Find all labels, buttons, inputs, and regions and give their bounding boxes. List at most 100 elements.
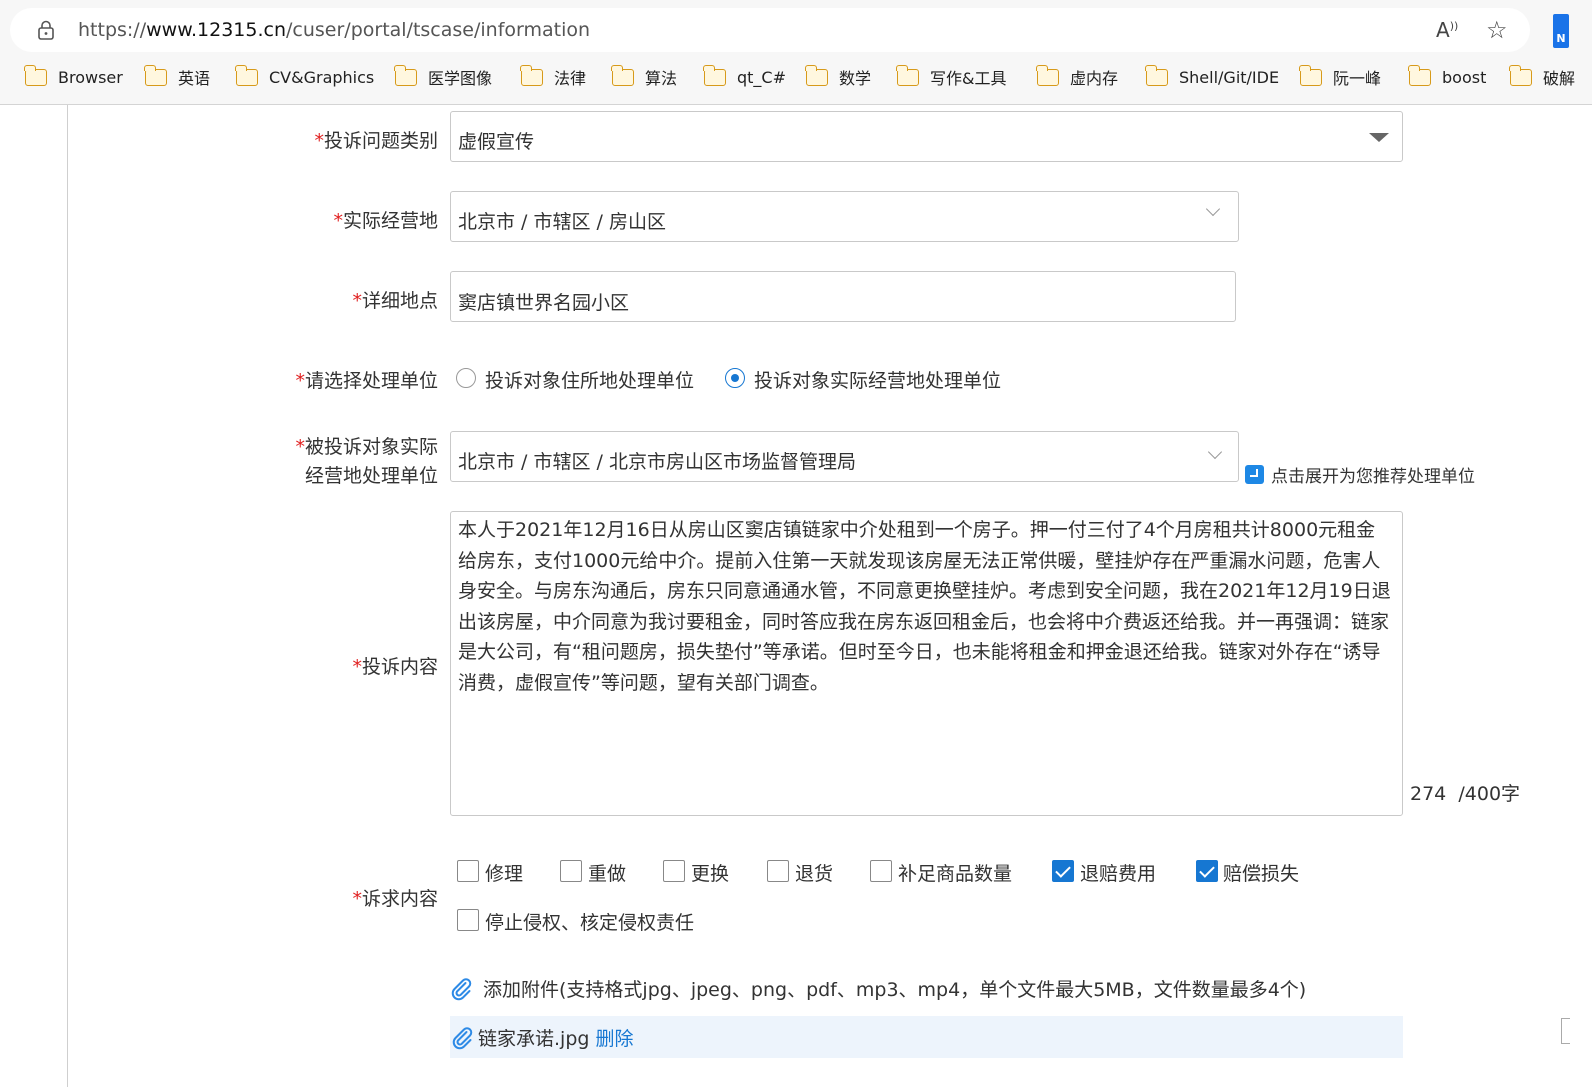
checkbox-replace-label[interactable]: 更换 <box>691 859 729 886</box>
bookmark-folder[interactable]: CV&Graphics <box>235 62 375 92</box>
browser-chrome: https://www.12315.cn/cuser/portal/tscase… <box>0 0 1592 105</box>
bookmark-label: 破解 <box>1543 69 1576 88</box>
folder-icon <box>703 64 726 86</box>
bookmark-label: 医学图像 <box>428 69 493 88</box>
checkbox-compensate-label[interactable]: 赔偿损失 <box>1223 859 1299 886</box>
chrome-divider <box>0 104 1592 105</box>
folder-icon <box>520 64 543 86</box>
chevron-down-icon <box>1205 201 1221 217</box>
handler-unit-label-line2: 经营地处理单位 <box>304 465 438 487</box>
expand-arrow-icon <box>1245 465 1264 484</box>
folder-icon <box>144 64 167 86</box>
folder-icon <box>235 64 258 86</box>
folder-icon <box>394 64 417 86</box>
checkbox-return[interactable] <box>767 860 789 882</box>
handler-unit-label-line1: *被投诉对象实际 <box>295 436 438 458</box>
folder-icon <box>1408 64 1431 86</box>
checkbox-replenish-label[interactable]: 补足商品数量 <box>898 859 1012 886</box>
dropdown-triangle-icon <box>1369 133 1389 142</box>
complaint-text: 本人于2021年12月16日从房山区窦店镇链家中介处租到一个房子。押一付三付了4… <box>458 519 1391 694</box>
handler-unit-value: 北京市 / 市辖区 / 北京市房山区市场监督管理局 <box>458 451 856 473</box>
folder-icon <box>805 64 828 86</box>
radio-business-handler[interactable] <box>725 368 745 388</box>
handler-unit-cascader[interactable]: 北京市 / 市辖区 / 北京市房山区市场监督管理局 <box>450 431 1239 482</box>
checkbox-refund-costs[interactable] <box>1052 860 1074 882</box>
profile-icon[interactable]: N <box>1553 14 1569 48</box>
bookmark-folder[interactable]: 医学图像 <box>394 62 493 92</box>
folder-icon <box>611 64 634 86</box>
read-aloud-icon[interactable]: A)) <box>1436 18 1458 42</box>
bookmark-folder[interactable]: 数学 <box>805 62 871 92</box>
address-value: 窦店镇世界名园小区 <box>458 292 630 314</box>
add-favorite-icon[interactable]: ☆ <box>1486 16 1508 44</box>
attachment-file-name[interactable]: 链家承诺.jpg <box>478 1024 589 1051</box>
location-label: *实际经营地 <box>333 210 438 232</box>
attachment-file-row: 链家承诺.jpg 删除 <box>450 1016 1403 1058</box>
folder-icon <box>896 64 919 86</box>
attachment-delete-link[interactable]: 删除 <box>595 1024 633 1051</box>
bookmark-folder[interactable]: Shell/Git/IDE <box>1145 62 1280 92</box>
checkbox-redo[interactable] <box>560 860 582 882</box>
bookmark-label: 英语 <box>178 69 211 88</box>
paperclip-icon <box>451 977 472 1000</box>
bookmark-label: Shell/Git/IDE <box>1179 67 1280 87</box>
chevron-down-icon <box>1207 444 1223 460</box>
bookmark-folder[interactable]: 英语 <box>144 62 211 92</box>
address-label: *详细地点 <box>352 290 438 312</box>
radio-domicile-label[interactable]: 投诉对象住所地处理单位 <box>485 366 694 393</box>
checkbox-replenish-quantity[interactable] <box>870 860 892 882</box>
category-value: 虚假宣传 <box>458 131 535 153</box>
checkbox-stop-infringement-label[interactable]: 停止侵权、核定侵权责任 <box>485 908 694 935</box>
recommend-text: 点击展开为您推荐处理单位 <box>1271 467 1475 487</box>
bookmark-label: Browser <box>58 67 123 87</box>
recommend-handler-link[interactable]: 点击展开为您推荐处理单位 <box>1245 462 1475 487</box>
bookmark-folder[interactable]: 法律 <box>520 62 587 92</box>
bookmark-label: CV&Graphics <box>269 67 375 87</box>
bookmark-folder[interactable]: 算法 <box>611 62 678 92</box>
bookmark-label: 算法 <box>645 69 678 88</box>
bookmark-label: 法律 <box>554 69 587 88</box>
location-value: 北京市 / 市辖区 / 房山区 <box>458 211 666 233</box>
side-panel-handle[interactable] <box>1561 1018 1570 1044</box>
checkbox-stop-infringement[interactable] <box>457 909 479 931</box>
lock-icon[interactable] <box>36 20 56 40</box>
checkbox-redo-label[interactable]: 重做 <box>588 859 626 886</box>
checkbox-return-label[interactable]: 退货 <box>795 859 833 886</box>
checkbox-repair-label[interactable]: 修理 <box>485 859 523 886</box>
bookmark-folder[interactable]: 破解 <box>1509 62 1576 92</box>
bookmark-folder[interactable]: 写作&工具 <box>896 62 1006 92</box>
radio-domicile-handler[interactable] <box>456 368 476 388</box>
url-text[interactable]: https://www.12315.cn/cuser/portal/tscase… <box>78 19 590 41</box>
radio-business-label[interactable]: 投诉对象实际经营地处理单位 <box>754 366 1001 393</box>
bookmark-label: boost <box>1442 67 1487 87</box>
folder-icon <box>1036 64 1059 86</box>
address-input[interactable]: 窦店镇世界名园小区 <box>450 271 1236 322</box>
bookmark-label: qt_C# <box>737 67 787 87</box>
add-attachment-link[interactable]: 添加附件(支持格式jpg、jpeg、png、pdf、mp3、mp4，单个文件最大… <box>449 975 1306 1002</box>
char-count: 274 /400字 <box>1410 783 1521 805</box>
checkbox-compensate-loss[interactable] <box>1196 860 1218 882</box>
bookmarks-bar: Browser 英语 CV&Graphics 医学图像 法律 算法 qt_C# … <box>0 62 1592 94</box>
folder-icon <box>24 64 47 86</box>
bookmark-folder[interactable]: qt_C# <box>703 62 787 92</box>
bookmark-folder[interactable]: boost <box>1408 62 1487 92</box>
folder-icon <box>1509 64 1532 86</box>
folder-icon <box>1299 64 1322 86</box>
checkbox-refund-label[interactable]: 退赔费用 <box>1080 859 1156 886</box>
checkbox-repair[interactable] <box>457 860 479 882</box>
category-label: *投诉问题类别 <box>314 130 438 152</box>
complaint-label: *投诉内容 <box>352 656 438 678</box>
bookmark-label: 阮一峰 <box>1333 69 1382 88</box>
address-bar[interactable]: https://www.12315.cn/cuser/portal/tscase… <box>10 8 1530 52</box>
bookmark-folder[interactable]: 虚内存 <box>1036 62 1118 92</box>
folder-icon <box>1145 64 1168 86</box>
checkbox-replace[interactable] <box>663 860 685 882</box>
bookmark-folder[interactable]: Browser <box>24 62 123 92</box>
page-left-border <box>67 105 68 1087</box>
add-attachment-text: 添加附件(支持格式jpg、jpeg、png、pdf、mp3、mp4，单个文件最大… <box>483 979 1307 1001</box>
demands-label: *诉求内容 <box>352 888 438 910</box>
location-cascader[interactable]: 北京市 / 市辖区 / 房山区 <box>450 191 1239 242</box>
complaint-textarea[interactable]: 本人于2021年12月16日从房山区窦店镇链家中介处租到一个房子。押一付三付了4… <box>450 511 1403 816</box>
category-select[interactable]: 虚假宣传 <box>450 111 1403 162</box>
bookmark-folder[interactable]: 阮一峰 <box>1299 62 1382 92</box>
